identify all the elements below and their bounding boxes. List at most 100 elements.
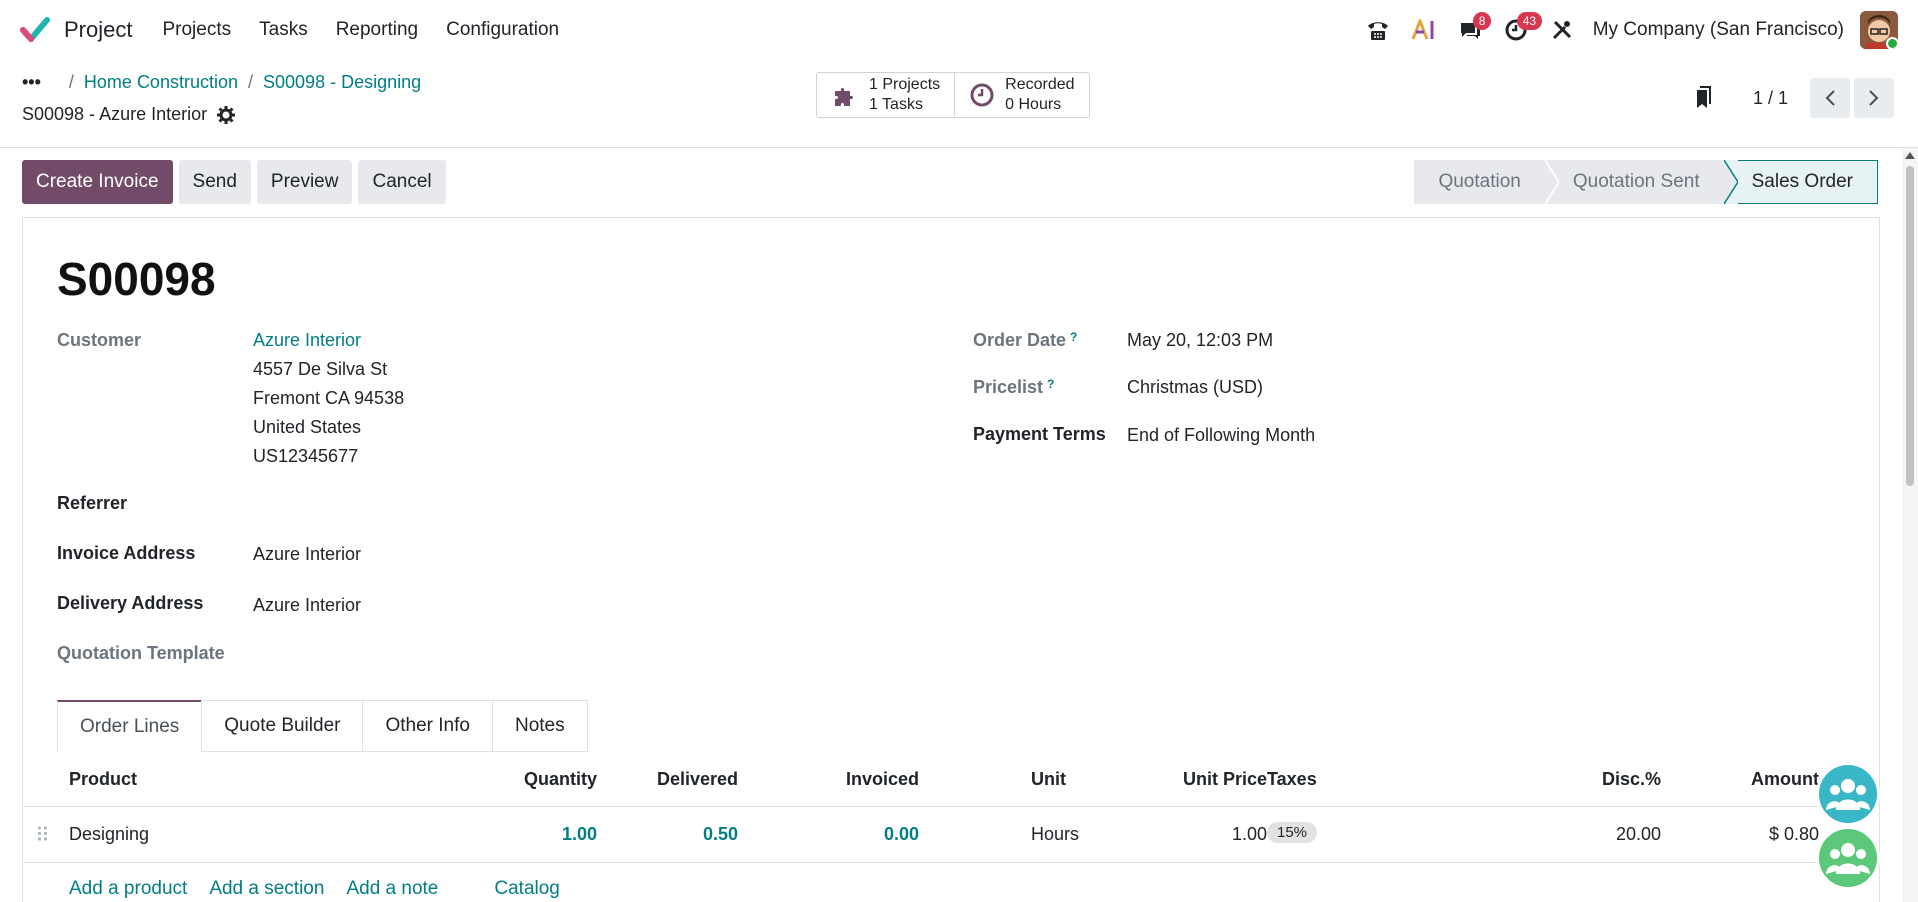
help-icon[interactable]: ? — [1070, 330, 1077, 344]
top-navbar: Project Projects Tasks Reporting Configu… — [0, 0, 1918, 60]
add-section-link[interactable]: Add a section — [209, 878, 324, 900]
stage-arrow-icon — [1723, 160, 1738, 204]
livechat-bubble[interactable] — [1816, 826, 1880, 890]
menu-tasks[interactable]: Tasks — [245, 19, 322, 41]
add-note-link[interactable]: Add a note — [346, 878, 438, 900]
line-delivered[interactable]: 0.50 — [703, 824, 738, 845]
column-unit-price[interactable]: Unit Price — [1183, 769, 1267, 790]
tab-notes[interactable]: Notes — [491, 700, 588, 752]
bookmark-icon[interactable] — [1693, 86, 1713, 110]
column-delivered[interactable]: Delivered — [657, 769, 738, 790]
breadcrumb-separator: / — [68, 72, 74, 92]
tasks-count: 1 Tasks — [869, 96, 923, 113]
tab-order-lines[interactable]: Order Lines — [57, 700, 203, 752]
pricelist-field[interactable]: Christmas (USD) — [1127, 377, 1263, 398]
cancel-button[interactable]: Cancel — [358, 160, 446, 204]
customer-address-line: 4557 De Silva St — [253, 359, 388, 379]
column-quantity[interactable]: Quantity — [524, 769, 597, 790]
column-invoiced[interactable]: Invoiced — [846, 769, 919, 790]
breadcrumb-separator: / — [248, 72, 254, 92]
chat-icon[interactable]: 8 — [1447, 0, 1493, 60]
line-invoiced[interactable]: 0.00 — [884, 824, 919, 845]
puzzle-icon — [831, 81, 859, 109]
page-scrollbar[interactable] — [1902, 148, 1918, 902]
form-action-buttons: Create Invoice Send Preview Cancel — [22, 160, 452, 204]
recorded-label: Recorded — [1005, 76, 1075, 93]
stage-arrow-icon — [1544, 160, 1559, 204]
line-quantity[interactable]: 1.00 — [562, 824, 597, 845]
phone-icon[interactable] — [1355, 0, 1401, 60]
send-button[interactable]: Send — [178, 160, 251, 204]
chevron-right-icon — [1869, 90, 1879, 106]
pager-previous-button[interactable] — [1810, 78, 1850, 118]
referrer-field[interactable] — [253, 493, 653, 517]
catalog-link[interactable]: Catalog — [494, 878, 560, 900]
referrer-label: Referrer — [57, 493, 128, 513]
add-line-links: Add a product Add a section Add a note C… — [69, 878, 582, 900]
breadcrumb-designing-task[interactable]: S00098 - Designing — [263, 72, 421, 93]
delivery-address-field[interactable]: Azure Interior — [253, 595, 361, 616]
tax-tag[interactable]: 15% — [1267, 822, 1318, 843]
ai-icon[interactable] — [1401, 0, 1447, 60]
invoice-address-field[interactable]: Azure Interior — [253, 544, 361, 565]
stage-quotation[interactable]: Quotation — [1414, 160, 1545, 204]
menu-configuration[interactable]: Configuration — [432, 19, 573, 41]
sale-order-name: S00098 — [57, 253, 216, 305]
users-icon — [1826, 843, 1870, 874]
breadcrumb-more-button[interactable]: ••• — [22, 72, 41, 93]
clock-icon[interactable]: 43 — [1493, 0, 1543, 60]
menu-reporting[interactable]: Reporting — [322, 19, 432, 41]
online-status-icon — [1886, 37, 1898, 49]
line-discount[interactable]: 20.00 — [1616, 824, 1661, 845]
user-avatar[interactable] — [1860, 11, 1898, 49]
stage-quotation-sent[interactable]: Quotation Sent — [1558, 160, 1724, 204]
scroll-up-icon[interactable] — [1905, 152, 1915, 159]
stage-sales-order[interactable]: Sales Order — [1737, 160, 1878, 204]
order-date-field[interactable]: May 20, 12:03 PM — [1127, 330, 1273, 351]
clock-icon — [969, 82, 995, 108]
column-unit[interactable]: Unit — [1031, 769, 1066, 790]
column-taxes[interactable]: Taxes — [1267, 769, 1317, 790]
payment-terms-field[interactable]: End of Following Month — [1127, 425, 1315, 446]
livechat-bubble[interactable] — [1816, 762, 1880, 826]
preview-button[interactable]: Preview — [256, 160, 353, 204]
line-product[interactable]: Designing — [69, 824, 149, 845]
quotation-template-field[interactable] — [253, 643, 653, 667]
breadcrumb-home-construction[interactable]: Home Construction — [84, 72, 238, 93]
main-menu: Projects Tasks Reporting Configuration — [148, 19, 573, 41]
record-title: S00098 - Azure Interior — [22, 104, 236, 125]
app-brand[interactable]: Project — [20, 15, 132, 45]
pager-value[interactable]: 1 / 1 — [1753, 88, 1788, 109]
tools-icon[interactable] — [1539, 0, 1585, 60]
breadcrumb: ••• / Home Construction / S00098 - Desig… — [22, 72, 421, 93]
company-switcher[interactable]: My Company (San Francisco) — [1593, 19, 1844, 41]
recorded-hours-smart-button[interactable]: Recorded 0 Hours — [954, 73, 1088, 117]
line-unit[interactable]: Hours — [1031, 824, 1079, 845]
order-date-label: Order Date? — [973, 330, 1078, 350]
customer-label: Customer — [57, 330, 142, 350]
chat-badge: 8 — [1472, 12, 1492, 30]
help-icon[interactable]: ? — [1047, 377, 1054, 391]
pager-next-button[interactable] — [1854, 78, 1894, 118]
smart-buttons: 1 Projects 1 Tasks Recorded 0 Hours — [816, 72, 1090, 118]
drag-handle-icon[interactable]: ⠿ — [35, 823, 50, 848]
tab-other-info[interactable]: Other Info — [362, 700, 493, 752]
column-discount[interactable]: Disc.% — [1602, 769, 1661, 790]
tab-quote-builder[interactable]: Quote Builder — [201, 700, 364, 752]
add-product-link[interactable]: Add a product — [69, 878, 187, 900]
projects-smart-button[interactable]: 1 Projects 1 Tasks — [817, 73, 954, 117]
column-amount[interactable]: Amount — [1751, 769, 1819, 790]
scroll-thumb[interactable] — [1906, 166, 1914, 486]
delivery-address-label: Delivery Address — [57, 593, 204, 613]
create-invoice-button[interactable]: Create Invoice — [22, 160, 173, 204]
menu-projects[interactable]: Projects — [148, 19, 245, 41]
column-product[interactable]: Product — [69, 769, 137, 790]
line-unit-price[interactable]: 1.00 — [1232, 824, 1267, 845]
table-row[interactable]: ⠿ Designing 1.00 0.50 0.00 Hours 1.00 15… — [23, 807, 1879, 863]
customer-field[interactable]: Azure Interior — [253, 330, 361, 351]
notebook-tabs: Order Lines Quote Builder Other Info Not… — [57, 700, 588, 752]
order-lines-header: Product Quantity Delivered Invoiced Unit… — [23, 751, 1879, 807]
gear-icon[interactable] — [217, 105, 236, 124]
quotation-template-label: Quotation Template — [57, 643, 225, 663]
status-bar: Quotation Quotation Sent Sales Order — [1414, 160, 1878, 204]
